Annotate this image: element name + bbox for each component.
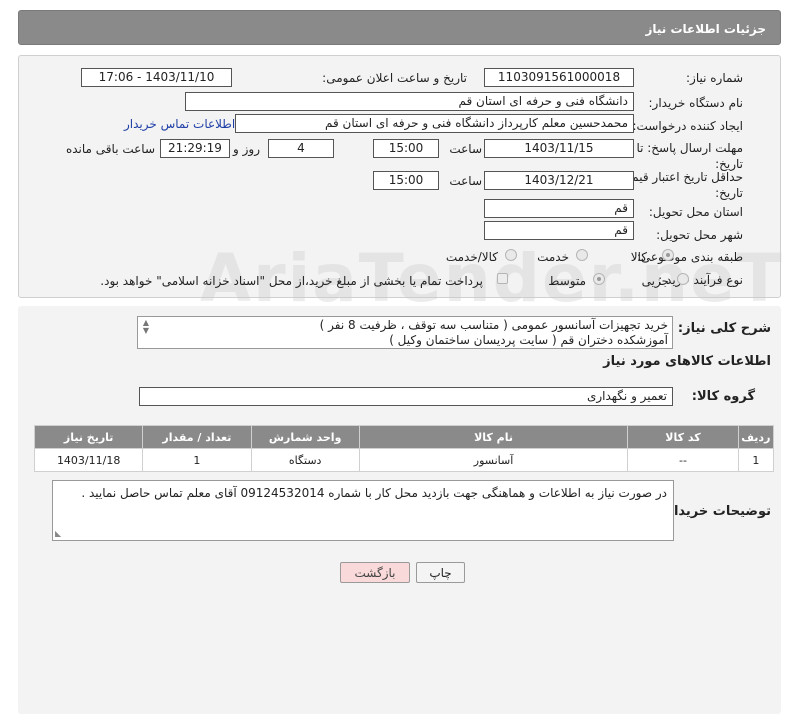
province-field: قم <box>484 199 634 218</box>
deadline-time-field: 15:00 <box>373 139 439 158</box>
col-qty: تعداد / مقدار <box>142 425 252 449</box>
city-field: قم <box>484 221 634 240</box>
page-title: جزئیات اطلاعات نیاز <box>645 22 766 36</box>
category-option-goods: کالا <box>630 250 647 264</box>
category-radio-both[interactable] <box>505 249 517 261</box>
cell-row: 1 <box>737 448 775 472</box>
validity-time-field: 15:00 <box>373 171 439 190</box>
cell-date: 1403/11/18 <box>33 448 144 472</box>
col-name: نام کالا <box>358 425 629 449</box>
cell-unit: دستگاه <box>250 448 360 472</box>
cell-code: -- <box>627 448 739 472</box>
buyer-notes-label: توضیحات خریدار: <box>661 504 771 519</box>
page-header: جزئیات اطلاعات نیاز <box>18 10 781 45</box>
deadline-date-field: 1403/11/15 <box>484 139 634 158</box>
need-number-field: 1103091561000018 <box>484 68 634 87</box>
announce-label: تاریخ و ساعت اعلان عمومی: <box>322 71 467 85</box>
buyer-notes-text: در صورت نیاز به اطلاعات و هماهنگی جهت با… <box>81 486 667 500</box>
cell-qty: 1 <box>142 448 252 472</box>
city-label: شهر محل تحویل: <box>656 228 743 242</box>
goods-section-title: اطلاعات کالاهای مورد نیاز <box>603 354 771 369</box>
announce-field: 1403/11/10 - 17:06 <box>81 68 232 87</box>
validity-label-2: تاریخ: <box>715 186 743 200</box>
remaining-time-field: 21:29:19 <box>160 139 230 158</box>
buyer-notes-box: در صورت نیاز به اطلاعات و هماهنگی جهت با… <box>52 480 674 541</box>
goods-table: ردیف کد کالا نام کالا واحد شمارش تعداد /… <box>33 425 775 472</box>
cell-name: آسانسور <box>358 448 629 472</box>
back-button[interactable]: بازگشت <box>340 562 410 583</box>
textarea-scroll-icon[interactable]: ▲ ▼ <box>140 319 152 335</box>
days-label: روز و <box>233 142 260 156</box>
deadline-label-2: تاریخ: <box>715 157 743 171</box>
col-unit: واحد شمارش <box>250 425 360 449</box>
process-option-minor: جزیی <box>641 274 669 288</box>
validity-time-label: ساعت <box>449 174 482 188</box>
description-textarea[interactable]: خرید تجهیزات آسانسور عمومی ( متناسب سه ت… <box>137 316 673 349</box>
col-code: کد کالا <box>627 425 739 449</box>
description-line-1: خرید تجهیزات آسانسور عمومی ( متناسب سه ت… <box>319 318 668 332</box>
buyer-org-field: دانشگاه فنی و حرفه ای استان قم <box>185 92 634 111</box>
creator-label: ایجاد کننده درخواست: <box>632 119 743 133</box>
contact-buyer-link[interactable]: اطلاعات تماس خریدار <box>124 117 235 131</box>
col-date: تاریخ نیاز <box>33 425 144 449</box>
process-label: نوع فرآیند خرید : <box>658 273 743 287</box>
category-option-both: کالا/خدمت <box>445 250 498 264</box>
category-radio-goods[interactable] <box>662 249 674 261</box>
deadline-label: مهلت ارسال پاسخ: تا <box>636 141 743 155</box>
category-label: طبقه بندی موضوعی: <box>636 250 743 264</box>
resize-handle-icon[interactable]: ◣ <box>55 529 61 538</box>
category-radio-service[interactable] <box>576 249 588 261</box>
province-label: استان محل تحویل: <box>648 205 743 219</box>
description-line-2: آموزشکده دختران قم ( سایت پردیسان ساختما… <box>389 333 668 347</box>
treasury-checkbox[interactable] <box>497 273 508 284</box>
process-option-medium: متوسط <box>548 274 586 288</box>
remaining-label: ساعت باقی مانده <box>65 142 155 156</box>
goods-group-field: تعمیر و نگهداری <box>139 387 673 406</box>
description-label: شرح کلی نیاز: <box>677 321 771 336</box>
validity-date-field: 1403/12/21 <box>484 171 634 190</box>
payment-note: پرداخت تمام یا بخشی از مبلغ خرید،از محل … <box>100 274 483 288</box>
table-row: 1 -- آسانسور دستگاه 1 1403/11/18 <box>33 448 775 472</box>
col-row: ردیف <box>737 425 775 449</box>
process-radio-medium[interactable] <box>593 273 605 285</box>
creator-field: محمدحسین معلم کارپرداز دانشگاه فنی و حرف… <box>235 114 634 133</box>
print-button[interactable]: چاپ <box>416 562 465 583</box>
goods-table-header: ردیف کد کالا نام کالا واحد شمارش تعداد /… <box>33 425 775 449</box>
buyer-org-label: نام دستگاه خریدار: <box>648 96 744 110</box>
category-option-service: خدمت <box>537 250 569 264</box>
goods-group-label: گروه کالا: <box>691 389 755 404</box>
need-number-label: شماره نیاز: <box>686 71 743 85</box>
deadline-time-label: ساعت <box>449 142 482 156</box>
process-radio-minor[interactable] <box>677 273 689 285</box>
days-field: 4 <box>268 139 334 158</box>
